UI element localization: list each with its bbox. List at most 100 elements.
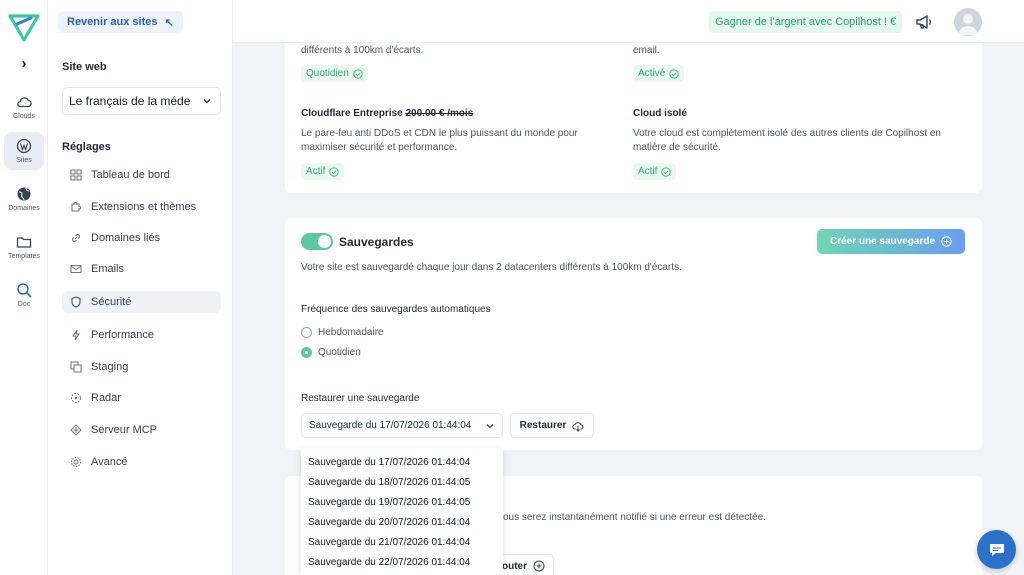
rail-item-doc[interactable]: Doc <box>4 276 44 314</box>
backup-dropdown-list: Sauvegarde du 17/07/2026 01:44:04 Sauveg… <box>301 448 503 575</box>
check-circle-icon <box>329 166 340 177</box>
check-circle-icon <box>669 68 679 79</box>
check-circle-icon <box>661 166 672 177</box>
sidebar-item-label: Emails <box>91 263 125 275</box>
chat-support-button[interactable] <box>977 530 1016 569</box>
sidebar-item-label: Staging <box>91 361 129 373</box>
feature-description: email. <box>633 45 660 56</box>
isolated-cloud-title: Cloud isolé <box>633 108 687 119</box>
sidebar-item-label: Sécurité <box>91 296 132 308</box>
frequency-label: Fréquence des sauvegardes automatiques <box>301 304 491 315</box>
status-badge-label: Activé <box>638 68 666 79</box>
cloud-icon <box>17 97 32 108</box>
cloudflare-description-line2: maximiser sécurité et performance. <box>301 142 458 153</box>
sidebar-item-performance[interactable]: Performance <box>62 324 221 346</box>
backup-option[interactable]: Sauvegarde du 20/07/2026 01:44:04 <box>301 512 503 532</box>
sidebar-item-security[interactable]: Sécurité <box>62 291 221 313</box>
radio-checked[interactable] <box>301 347 312 358</box>
wordpress-icon <box>16 138 32 154</box>
cloudflare-title-label: Cloudflare Entreprise <box>301 108 403 119</box>
radar-icon <box>71 393 81 403</box>
status-badge: Activé <box>633 65 685 82</box>
status-badge-label: Quotidien <box>306 68 349 79</box>
expand-chevron-icon[interactable]: › <box>14 53 34 73</box>
backup-option[interactable]: Sauvegarde du 19/07/2026 01:44:05 <box>301 492 503 512</box>
icon-rail: › Clouds Sites Domaines Templates Doc <box>0 0 48 575</box>
mcp-icon <box>70 424 82 436</box>
rail-label-doc: Doc <box>17 301 31 308</box>
cloudflare-description-line1: Le pare-feu anti DDoS et CDN le plus pui… <box>301 128 578 139</box>
status-badge: Actif <box>633 163 677 180</box>
restore-button[interactable]: Restaurer <box>510 413 594 438</box>
sidebar-item-dashboard[interactable]: Tableau de bord <box>62 164 221 186</box>
sidebar-item-label: Performance <box>91 329 154 341</box>
monitoring-description: ous serez instantanément notifié si une … <box>503 512 766 523</box>
status-badge-label: Actif <box>638 166 658 177</box>
status-badge-label: Actif <box>306 166 326 177</box>
megaphone-icon[interactable] <box>914 12 934 32</box>
arrow-up-left-icon: ↖ <box>164 16 174 29</box>
cloudflare-price: 200.00 € /mois <box>405 108 474 119</box>
chat-bubble-icon <box>989 543 1004 556</box>
sidebar-item-mcp-server[interactable]: Serveur MCP <box>62 419 221 441</box>
backups-description: Votre site est sauvegardé chaque jour da… <box>301 262 682 273</box>
sidebar-item-label: Extensions et thèmes <box>91 201 197 213</box>
sidebar-item-staging[interactable]: Staging <box>62 356 221 378</box>
sidebar-item-label: Radar <box>91 392 121 404</box>
sidebar-item-extensions[interactable]: Extensions et thèmes <box>62 196 221 218</box>
sidebar-item-radar[interactable]: Radar <box>62 387 221 409</box>
sidebar-item-label: Avancé <box>91 456 128 468</box>
status-badge: Quotidien <box>301 65 368 82</box>
backup-option[interactable]: Sauvegarde du 17/07/2026 01:44:04 <box>301 452 503 472</box>
frequency-option-daily[interactable]: Quotidien <box>301 347 361 358</box>
chevron-down-icon <box>203 99 211 104</box>
rail-label-templates: Templates <box>8 253 40 260</box>
create-backup-label: Créer une sauvegarde <box>829 236 936 247</box>
status-badge: Actif <box>301 163 345 180</box>
settings-section-title: Réglages <box>62 141 111 153</box>
radio-unchecked[interactable] <box>301 327 312 338</box>
copilhost-logo-icon[interactable] <box>7 12 41 44</box>
back-to-sites-label: Revenir aux sites <box>67 16 158 28</box>
restore-button-label: Restaurer <box>519 420 567 431</box>
puzzle-icon <box>71 201 82 212</box>
feature-description: différents à 100km d'écarts. <box>301 45 424 56</box>
cloudflare-title: Cloudflare Entreprise 200.00 € /mois <box>301 108 473 119</box>
isolated-cloud-description-line1: Votre cloud est complètement isolé des a… <box>633 128 941 139</box>
back-to-sites-button[interactable]: Revenir aux sites ↖ <box>58 11 183 33</box>
dashboard-icon <box>70 169 82 181</box>
shield-icon <box>71 296 81 308</box>
rail-item-domaines[interactable]: Domaines <box>4 180 44 218</box>
sidebar-item-label: Domaines liés <box>91 232 161 244</box>
frequency-option-label: Hebdomadaire <box>318 327 384 338</box>
frequency-option-label: Quotidien <box>318 347 361 358</box>
rail-label-sites: Sites <box>16 157 32 164</box>
rail-label-clouds: Clouds <box>13 113 35 120</box>
bolt-icon <box>72 329 80 341</box>
frequency-option-weekly[interactable]: Hebdomadaire <box>301 327 384 338</box>
link-icon <box>72 234 80 242</box>
site-selector-value: Le français de la méde <box>69 94 191 108</box>
avatar[interactable] <box>954 8 982 36</box>
rail-item-sites[interactable]: Sites <box>4 132 44 170</box>
backups-toggle[interactable] <box>301 233 333 250</box>
sidebar-item-advanced[interactable]: Avancé <box>62 451 221 473</box>
earn-money-button[interactable]: Gagner de l'argent avec Copilhost ! € <box>709 11 903 33</box>
copy-icon <box>70 361 82 373</box>
cloud-download-icon <box>572 421 584 432</box>
globe-icon <box>17 187 31 201</box>
backup-option[interactable]: Sauvegarde du 18/07/2026 01:44:05 <box>301 472 503 492</box>
sidebar-item-linked-domains[interactable]: Domaines liés <box>62 227 221 249</box>
create-backup-button[interactable]: Créer une sauvegarde <box>817 229 965 254</box>
backup-select[interactable]: Sauvegarde du 17/07/2026 01:44:04 <box>301 413 503 438</box>
rail-label-domaines: Domaines <box>8 205 40 212</box>
sidebar-item-emails[interactable]: Emails <box>62 258 221 280</box>
plus-circle-icon <box>533 560 545 572</box>
site-selector[interactable]: Le français de la méde <box>62 87 221 115</box>
rail-item-clouds[interactable]: Clouds <box>4 88 44 126</box>
backups-title: Sauvegardes <box>339 235 414 249</box>
rail-item-templates[interactable]: Templates <box>4 228 44 266</box>
backup-option[interactable]: Sauvegarde du 22/07/2026 01:44:04 <box>301 552 503 572</box>
backup-option[interactable]: Sauvegarde du 21/07/2026 01:44:04 <box>301 532 503 552</box>
top-bar <box>233 0 1024 43</box>
